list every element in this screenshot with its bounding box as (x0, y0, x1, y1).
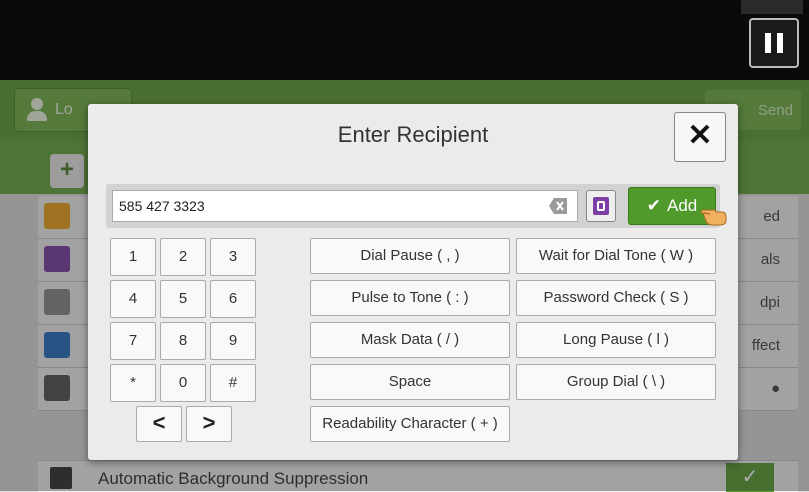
space-button[interactable]: Space (310, 364, 510, 400)
chevron-right-icon[interactable]: > (186, 406, 232, 442)
add-label: Add (667, 196, 698, 215)
key-3[interactable]: 3 (210, 238, 256, 276)
recipient-entry-bar: ✔ Add (106, 184, 720, 228)
key-4[interactable]: 4 (110, 280, 156, 318)
top-edge-button (741, 0, 803, 14)
key-0[interactable]: 0 (160, 364, 206, 402)
key-6[interactable]: 6 (210, 280, 256, 318)
close-icon[interactable]: ✕ (674, 112, 726, 162)
key-7[interactable]: 7 (110, 322, 156, 360)
key-1[interactable]: 1 (110, 238, 156, 276)
address-book-button[interactable] (586, 190, 616, 222)
readability-character-button[interactable]: Readability Character ( + ) (310, 406, 510, 442)
enter-recipient-dialog: Enter Recipient ✕ ✔ Add 1 2 3 4 5 6 7 8 … (88, 104, 738, 460)
hand-pointer-icon (700, 209, 727, 226)
address-book-icon (593, 197, 609, 215)
pause-button[interactable] (749, 18, 799, 68)
backspace-icon[interactable] (548, 197, 568, 215)
dialog-title: Enter Recipient (337, 122, 489, 147)
dial-pause-button[interactable]: Dial Pause ( , ) (310, 238, 510, 274)
key-8[interactable]: 8 (160, 322, 206, 360)
long-pause-button[interactable]: Long Pause ( l ) (516, 322, 716, 358)
key-star[interactable]: * (110, 364, 156, 402)
key-hash[interactable]: # (210, 364, 256, 402)
key-2[interactable]: 2 (160, 238, 206, 276)
pause-icon (765, 33, 771, 53)
wait-for-dial-tone-button[interactable]: Wait for Dial Tone ( W ) (516, 238, 716, 274)
group-dial-button[interactable]: Group Dial ( \ ) (516, 364, 716, 400)
check-icon: ✔ (646, 196, 661, 215)
key-5[interactable]: 5 (160, 280, 206, 318)
recipient-input[interactable] (112, 190, 578, 222)
pause-icon (777, 33, 783, 53)
chevron-left-icon[interactable]: < (136, 406, 182, 442)
top-bar (0, 0, 809, 80)
mask-data-button[interactable]: Mask Data ( / ) (310, 322, 510, 358)
pulse-to-tone-button[interactable]: Pulse to Tone ( : ) (310, 280, 510, 316)
password-check-button[interactable]: Password Check ( S ) (516, 280, 716, 316)
key-9[interactable]: 9 (210, 322, 256, 360)
